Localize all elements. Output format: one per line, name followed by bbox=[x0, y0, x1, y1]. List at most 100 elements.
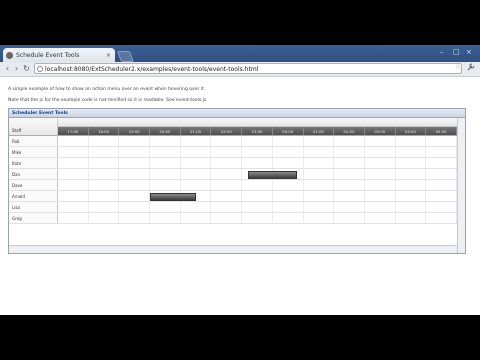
schedule-cell[interactable] bbox=[211, 158, 243, 168]
schedule-cell[interactable] bbox=[365, 147, 396, 157]
schedule-cell[interactable] bbox=[150, 136, 181, 146]
schedule-cell[interactable] bbox=[304, 158, 335, 168]
schedule-cell[interactable] bbox=[396, 213, 427, 223]
schedule-cell[interactable] bbox=[89, 202, 120, 212]
schedule-cell[interactable] bbox=[181, 213, 212, 223]
schedule-cell[interactable] bbox=[426, 180, 457, 190]
schedule-cell[interactable] bbox=[89, 136, 120, 146]
schedule-cell[interactable] bbox=[181, 136, 212, 146]
schedule-cell[interactable] bbox=[211, 136, 243, 146]
schedule-cell[interactable] bbox=[181, 202, 212, 212]
schedule-cell[interactable] bbox=[150, 147, 181, 157]
schedule-cell[interactable] bbox=[150, 213, 181, 223]
schedule-cell[interactable] bbox=[396, 169, 427, 179]
schedule-cell[interactable] bbox=[58, 191, 89, 201]
schedule-cell[interactable] bbox=[181, 158, 212, 168]
new-tab-button[interactable] bbox=[116, 51, 135, 62]
schedule-cell[interactable] bbox=[273, 213, 304, 223]
schedule-cell[interactable] bbox=[426, 136, 457, 146]
schedule-cell[interactable] bbox=[396, 202, 427, 212]
schedule-cell[interactable] bbox=[426, 158, 457, 168]
schedule-cell[interactable] bbox=[242, 158, 273, 168]
schedule-cell[interactable] bbox=[119, 136, 151, 146]
schedule-cell[interactable] bbox=[242, 147, 273, 157]
schedule-cell[interactable] bbox=[242, 202, 273, 212]
resource-column-header[interactable]: Staff bbox=[9, 118, 58, 136]
schedule-cell[interactable] bbox=[334, 202, 365, 212]
schedule-cell[interactable] bbox=[150, 158, 181, 168]
schedule-cell[interactable] bbox=[426, 147, 457, 157]
schedule-cell[interactable] bbox=[304, 169, 335, 179]
schedule-cell[interactable] bbox=[58, 169, 89, 179]
schedule-cell[interactable] bbox=[396, 158, 427, 168]
schedule-cell[interactable] bbox=[365, 202, 396, 212]
vertical-scrollbar[interactable] bbox=[457, 118, 465, 253]
schedule-cell[interactable] bbox=[426, 202, 457, 212]
schedule-cell[interactable] bbox=[211, 180, 243, 190]
schedule-cell[interactable] bbox=[181, 169, 212, 179]
minimize-button[interactable]: – bbox=[440, 48, 444, 56]
schedule-cell[interactable] bbox=[396, 180, 427, 190]
schedule-cell[interactable] bbox=[119, 213, 151, 223]
schedule-cell[interactable] bbox=[119, 147, 151, 157]
schedule-cell[interactable] bbox=[365, 169, 396, 179]
schedule-cell[interactable] bbox=[119, 191, 151, 201]
schedule-cell[interactable] bbox=[365, 213, 396, 223]
schedule-cell[interactable] bbox=[365, 158, 396, 168]
schedule-cell[interactable] bbox=[334, 180, 365, 190]
schedule-cell[interactable] bbox=[304, 147, 335, 157]
back-icon[interactable]: ‹ bbox=[3, 64, 12, 73]
schedule-cell[interactable] bbox=[396, 147, 427, 157]
schedule-cell[interactable] bbox=[304, 213, 335, 223]
schedule-cell[interactable] bbox=[365, 191, 396, 201]
schedule-cell[interactable] bbox=[396, 136, 427, 146]
schedule-cell[interactable] bbox=[119, 180, 151, 190]
schedule-cell[interactable] bbox=[211, 213, 243, 223]
tab-close-icon[interactable]: × bbox=[106, 52, 111, 59]
browser-tab[interactable]: Schedule Event Tools × bbox=[3, 48, 115, 62]
schedule-cell[interactable] bbox=[242, 136, 273, 146]
schedule-cell[interactable] bbox=[304, 136, 335, 146]
schedule-cell[interactable] bbox=[58, 213, 89, 223]
close-window-button[interactable]: × bbox=[466, 48, 472, 56]
schedule-cell[interactable] bbox=[58, 147, 89, 157]
address-bar[interactable]: localhost:8080/ExtScheduler2.x/examples/… bbox=[34, 63, 462, 74]
schedule-cell[interactable] bbox=[58, 136, 89, 146]
schedule-cell[interactable] bbox=[89, 213, 120, 223]
schedule-cell[interactable] bbox=[89, 147, 120, 157]
schedule-cell[interactable] bbox=[273, 147, 304, 157]
schedule-cell[interactable] bbox=[119, 169, 151, 179]
schedule-cell[interactable] bbox=[334, 213, 365, 223]
schedule-cell[interactable] bbox=[211, 147, 243, 157]
schedule-cell[interactable] bbox=[304, 202, 335, 212]
schedule-cell[interactable] bbox=[211, 169, 243, 179]
schedule-cell[interactable] bbox=[242, 191, 273, 201]
schedule-cell[interactable] bbox=[304, 180, 335, 190]
schedule-cell[interactable] bbox=[334, 147, 365, 157]
maximize-button[interactable]: □ bbox=[453, 48, 460, 56]
schedule-cell[interactable] bbox=[426, 191, 457, 201]
schedule-cell[interactable] bbox=[150, 202, 181, 212]
horizontal-scrollbar[interactable] bbox=[9, 245, 457, 253]
schedule-cell[interactable] bbox=[242, 180, 273, 190]
schedule-cell[interactable] bbox=[181, 180, 212, 190]
schedule-cell[interactable] bbox=[396, 191, 427, 201]
wrench-icon[interactable] bbox=[467, 63, 475, 73]
schedule-cell[interactable] bbox=[273, 180, 304, 190]
schedule-cell[interactable] bbox=[426, 213, 457, 223]
schedule-cell[interactable] bbox=[150, 169, 181, 179]
schedule-cell[interactable] bbox=[365, 180, 396, 190]
bookmark-star-icon[interactable]: ☆ bbox=[455, 63, 461, 71]
schedule-cell[interactable] bbox=[273, 202, 304, 212]
schedule-cell[interactable] bbox=[273, 191, 304, 201]
schedule-cell[interactable] bbox=[211, 191, 243, 201]
schedule-cell[interactable] bbox=[89, 180, 120, 190]
schedule-cell[interactable] bbox=[58, 180, 89, 190]
schedule-cell[interactable] bbox=[119, 202, 151, 212]
schedule-cell[interactable] bbox=[150, 180, 181, 190]
schedule-cell[interactable] bbox=[211, 202, 243, 212]
schedule-cell[interactable] bbox=[334, 158, 365, 168]
schedule-cell[interactable] bbox=[304, 191, 335, 201]
event-bar[interactable] bbox=[248, 170, 298, 179]
schedule-cell[interactable] bbox=[58, 158, 89, 168]
